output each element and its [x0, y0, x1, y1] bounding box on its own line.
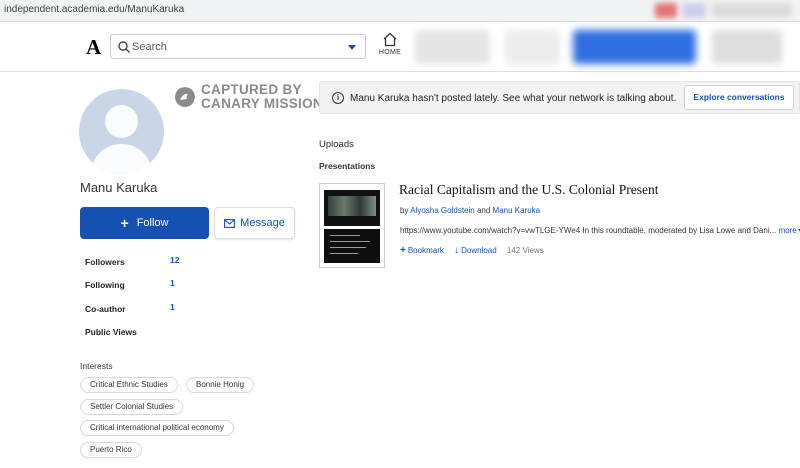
info-icon: i [332, 92, 344, 104]
description-text: https://www.youtube.com/watch?v=vwTLGE-Y… [400, 226, 777, 235]
blurred-toolbar-icon [712, 3, 792, 18]
watermark-text: CAPTURED BY CANARY MISSION [201, 83, 323, 111]
more-label: more [778, 226, 797, 235]
stat-public-views: Public Views [85, 327, 205, 341]
stat-co-author[interactable]: Co-author 1 [85, 302, 205, 318]
by-text: by [400, 206, 409, 215]
activity-notice: i Manu Karuka hasn't posted lately. See … [319, 81, 800, 114]
chevron-down-icon[interactable] [348, 45, 356, 50]
thumbnail-slide [324, 229, 380, 263]
blurred-nav-item [505, 30, 560, 64]
follow-label: Follow [136, 217, 169, 229]
blurred-toolbar-icon [655, 3, 677, 18]
canary-bird-icon [175, 87, 195, 107]
plus-icon: + [400, 245, 406, 256]
blurred-upgrade-button [573, 30, 696, 64]
watermark-line-1: CAPTURED BY [201, 82, 302, 97]
bookmark-label: Bookmark [407, 246, 444, 255]
academia-logo[interactable]: A [86, 35, 101, 60]
thumbnail-scene [328, 196, 376, 216]
presentation-thumbnail[interactable] [319, 183, 385, 268]
download-button[interactable]: ↓ Download [454, 245, 497, 256]
stat-following[interactable]: Following 1 [85, 278, 205, 294]
avatar-body-shape [91, 144, 152, 174]
home-button[interactable]: HOME [374, 32, 406, 56]
uploads-heading: Uploads [319, 139, 354, 150]
download-label: Download [461, 246, 497, 255]
top-navigation: A Search HOME [0, 22, 800, 72]
browser-address-bar[interactable]: independent.academia.edu/ManuKaruka [0, 0, 800, 22]
work-authors: by Alyosha Goldstein and Manu Karuka [400, 206, 540, 215]
stat-value: 1 [170, 278, 175, 288]
work-title[interactable]: Racial Capitalism and the U.S. Colonial … [399, 182, 658, 198]
download-arrow-icon: ↓ [454, 245, 460, 256]
stat-value: 12 [170, 255, 180, 265]
avatar-head-shape [105, 105, 138, 138]
stat-label: Following [85, 280, 125, 290]
blurred-user-menu [712, 30, 782, 64]
watermark-line-2: CANARY MISSION [201, 96, 323, 111]
work-description: https://www.youtube.com/watch?v=vwTLGE-Y… [400, 226, 800, 235]
author-link[interactable]: Manu Karuka [493, 206, 541, 215]
and-text: and [476, 206, 491, 215]
message-button[interactable]: Message [214, 207, 295, 239]
envelope-icon [224, 218, 236, 228]
presentations-heading: Presentations [319, 161, 376, 171]
more-link[interactable]: more [779, 226, 800, 235]
avatar [79, 89, 164, 174]
plus-icon: + [120, 215, 129, 231]
interests-heading: Interests [80, 361, 113, 371]
blurred-nav-item [415, 30, 490, 64]
interest-chip[interactable]: Bonnie Honig [186, 377, 255, 393]
author-link[interactable]: Alyosha Goldstein [410, 206, 474, 215]
interest-chip[interactable]: Critical Ethnic Studies [80, 377, 178, 393]
follow-button[interactable]: + Follow [80, 207, 209, 239]
notice-text: Manu Karuka hasn't posted lately. See wh… [350, 93, 677, 104]
thumbnail-text-line [330, 253, 358, 254]
thumbnail-text-line [330, 241, 370, 242]
interest-chip[interactable]: Critical international political economy [80, 420, 234, 436]
url-text[interactable]: independent.academia.edu/ManuKaruka [4, 4, 184, 15]
stat-value: 1 [170, 302, 175, 312]
home-icon [383, 32, 397, 47]
bookmark-button[interactable]: + Bookmark [400, 245, 444, 256]
view-count: 142 Views [506, 246, 544, 255]
message-label: Message [240, 217, 285, 229]
home-label: HOME [378, 49, 402, 56]
interest-chip[interactable]: Puerto Rico [80, 442, 142, 458]
search-icon [118, 41, 130, 53]
stat-label: Public Views [85, 327, 137, 337]
blurred-toolbar-icon [682, 3, 706, 18]
search-placeholder: Search [132, 41, 167, 53]
work-actions: + Bookmark ↓ Download 142 Views [400, 245, 544, 256]
stat-followers[interactable]: Followers 12 [85, 255, 205, 271]
profile-name: Manu Karuka [80, 180, 158, 195]
stat-label: Followers [85, 257, 125, 267]
stat-label: Co-author [85, 304, 126, 314]
thumbnail-text-line [330, 247, 366, 248]
thumbnail-text-line [330, 235, 360, 236]
search-input[interactable]: Search [110, 34, 366, 59]
explore-conversations-button[interactable]: Explore conversations [684, 85, 794, 110]
thumbnail-video-frame [324, 190, 380, 226]
interest-chip[interactable]: Settler Colonial Studies [80, 399, 184, 415]
